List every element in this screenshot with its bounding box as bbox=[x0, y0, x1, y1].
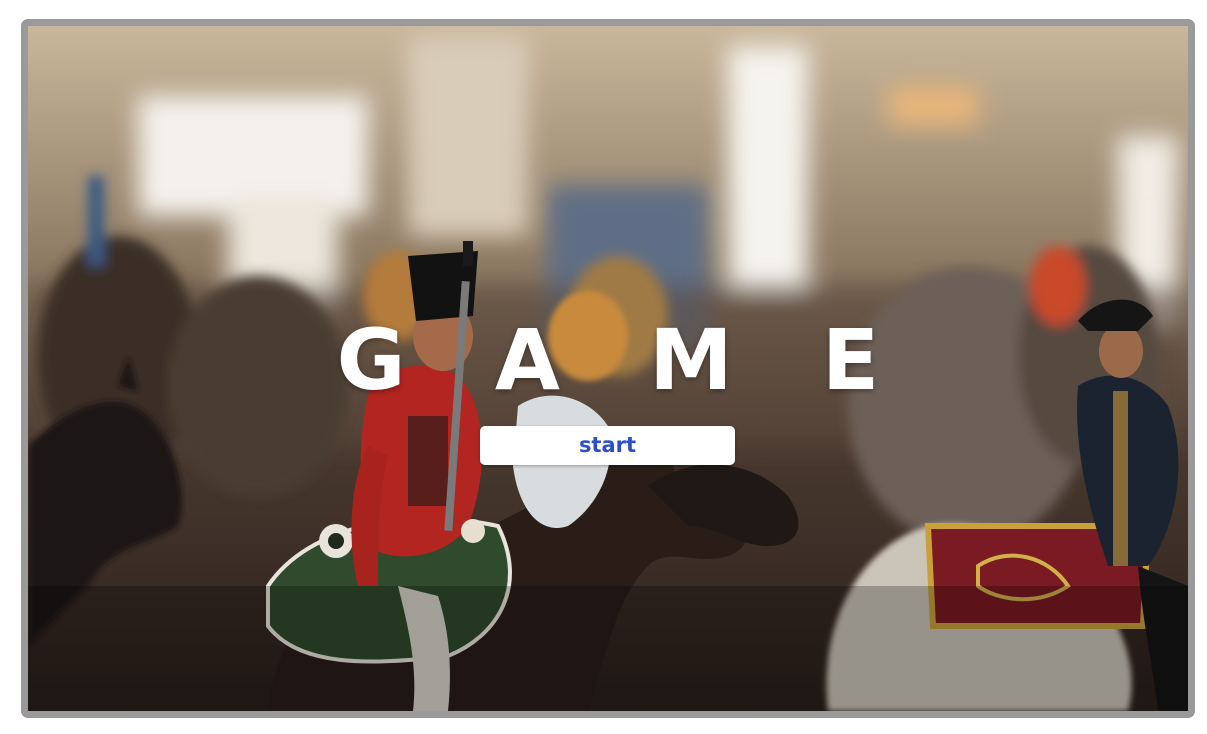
start-button[interactable]: start bbox=[480, 426, 735, 465]
game-frame: G A M E start bbox=[21, 19, 1195, 718]
game-title: G A M E bbox=[336, 311, 910, 409]
